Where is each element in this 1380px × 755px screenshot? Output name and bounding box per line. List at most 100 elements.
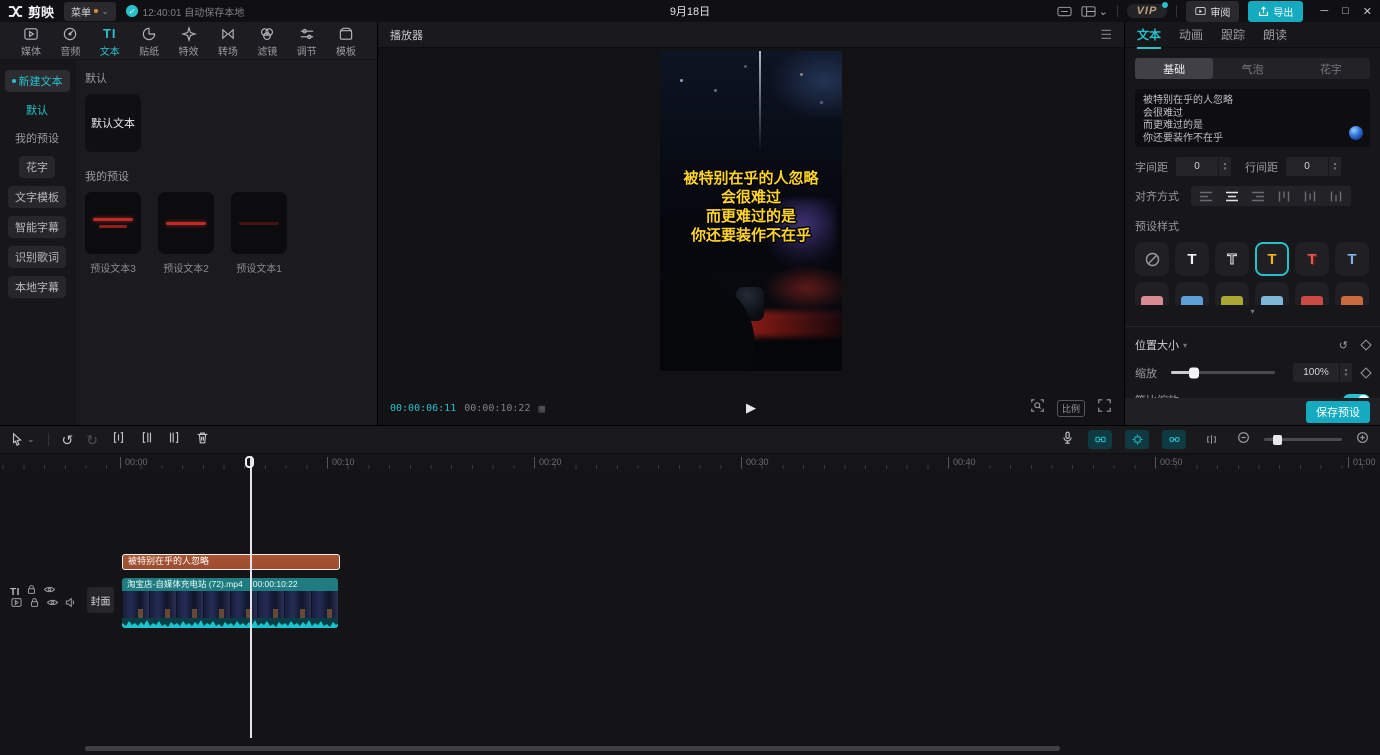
- text-clip[interactable]: 被特别在乎的人忽略: [122, 554, 340, 570]
- align-left-button[interactable]: [1194, 188, 1218, 204]
- record-voiceover-button[interactable]: [1060, 430, 1075, 450]
- ratio-button[interactable]: 比例: [1057, 400, 1085, 417]
- video-clip[interactable]: 淘宝店-自媒体充电站 (72).mp4 00:00:10:22: [122, 578, 338, 628]
- frame-grid-icon[interactable]: ▦: [538, 402, 545, 415]
- tab-text[interactable]: TI 文本: [91, 24, 129, 59]
- sidebar-item-local-subtitles[interactable]: 本地字幕: [8, 276, 66, 298]
- style-bubble-blue[interactable]: [1175, 282, 1209, 305]
- sidebar-item-my-presets[interactable]: 我的预设: [9, 128, 65, 148]
- align-vertical-bottom-button[interactable]: [1324, 188, 1348, 204]
- style-yellow-selected[interactable]: T: [1255, 242, 1289, 276]
- lock-track-button[interactable]: [28, 596, 41, 614]
- collapse-icon[interactable]: ▾: [1183, 341, 1187, 350]
- playhead-line[interactable]: [250, 456, 252, 738]
- scale-value-stepper[interactable]: 100% ▴▾: [1293, 363, 1352, 382]
- maximize-button[interactable]: □: [1342, 5, 1349, 17]
- inspector-tab-voiceover[interactable]: 朗读: [1263, 22, 1287, 47]
- tab-effects[interactable]: 特效: [170, 24, 208, 59]
- align-center-button[interactable]: [1220, 188, 1244, 204]
- align-right-button[interactable]: [1246, 188, 1270, 204]
- style-bubble-orange[interactable]: [1335, 282, 1369, 305]
- style-bubble-lightblue[interactable]: [1255, 282, 1289, 305]
- sidebar-item-new-text[interactable]: 新建文本: [5, 70, 70, 92]
- keyframe-icon[interactable]: [1360, 339, 1371, 350]
- zoom-in-button[interactable]: [1355, 430, 1370, 450]
- scale-slider[interactable]: [1171, 371, 1275, 374]
- sidebar-item-default[interactable]: 默认: [20, 100, 54, 120]
- expand-styles-button[interactable]: ▾: [1135, 307, 1370, 316]
- player-menu-icon[interactable]: ☰: [1100, 27, 1112, 43]
- tab-filter[interactable]: 滤镜: [248, 24, 286, 59]
- reset-button[interactable]: ↺: [1339, 339, 1348, 352]
- style-red-shadow[interactable]: T: [1295, 242, 1329, 276]
- stepper-arrows[interactable]: ▴▾: [1339, 363, 1352, 382]
- tab-media[interactable]: 媒体: [12, 24, 50, 59]
- sidebar-item-text-template[interactable]: 文字模板: [8, 186, 66, 208]
- focus-button[interactable]: [1030, 398, 1045, 418]
- style-white[interactable]: T: [1175, 242, 1209, 276]
- close-button[interactable]: ✕: [1363, 5, 1372, 18]
- tab-transition[interactable]: 转场: [209, 24, 247, 59]
- preset-card-2[interactable]: 预设文本2: [158, 192, 214, 275]
- subtab-basic[interactable]: 基础: [1135, 58, 1213, 79]
- align-vertical-top-button[interactable]: [1272, 188, 1296, 204]
- playhead-handle[interactable]: [245, 456, 254, 468]
- style-bubble-red[interactable]: [1295, 282, 1329, 305]
- hide-track-button[interactable]: [46, 596, 59, 614]
- timeline-ruler[interactable]: 00:00 00:10 00:20 00:30 00:40 00:50 01:0…: [0, 454, 1380, 470]
- tab-audio[interactable]: 音频: [51, 24, 89, 59]
- text-content-input[interactable]: 被特别在乎的人忽略 会很难过 而更难过的是 你还要装作不在乎: [1135, 89, 1370, 147]
- subtab-bubble[interactable]: 气泡: [1213, 58, 1291, 79]
- minimize-button[interactable]: ─: [1320, 5, 1328, 17]
- align-vertical-center-button[interactable]: [1298, 188, 1322, 204]
- sidebar-item-lyrics-recognition[interactable]: 识别歌词: [8, 246, 66, 268]
- linkage-button[interactable]: [1162, 430, 1186, 449]
- timeline-zoom-slider[interactable]: [1264, 438, 1342, 441]
- ai-sphere-icon[interactable]: [1349, 126, 1363, 140]
- undo-button[interactable]: ↺: [62, 433, 74, 447]
- style-outline[interactable]: T: [1215, 242, 1249, 276]
- auto-snap-button[interactable]: [1125, 430, 1149, 449]
- style-bubble-pink[interactable]: [1135, 282, 1169, 305]
- trim-right-button[interactable]: [167, 430, 182, 450]
- save-preset-button[interactable]: 保存预设: [1306, 401, 1370, 423]
- review-button[interactable]: 审阅: [1186, 1, 1239, 22]
- stepper-arrows[interactable]: ▴▾: [1218, 157, 1231, 176]
- mute-track-button[interactable]: [64, 596, 77, 614]
- video-preview[interactable]: 被特别在乎的人忽略 会很难过 而更难过的是 你还要装作不在乎: [660, 51, 842, 371]
- zoom-out-button[interactable]: [1236, 430, 1251, 450]
- delete-button[interactable]: [195, 430, 210, 450]
- shortcut-key-button[interactable]: [1057, 5, 1072, 18]
- vip-badge[interactable]: VIP: [1127, 4, 1168, 18]
- play-button[interactable]: ▶: [746, 400, 756, 416]
- layout-switch-button[interactable]: ⌄: [1081, 5, 1107, 18]
- tab-template[interactable]: 模板: [327, 24, 365, 59]
- style-blue[interactable]: T: [1335, 242, 1369, 276]
- letter-spacing-stepper[interactable]: 0 ▴▾: [1176, 157, 1231, 176]
- style-bubble-olive[interactable]: [1215, 282, 1249, 305]
- line-spacing-stepper[interactable]: 0 ▴▾: [1286, 157, 1341, 176]
- export-button[interactable]: 导出: [1248, 1, 1303, 22]
- scrollbar-thumb[interactable]: [85, 746, 1060, 751]
- menu-button[interactable]: 菜单 ⌄: [64, 2, 116, 21]
- preset-card-3[interactable]: 预设文本3: [85, 192, 141, 275]
- cover-button[interactable]: 封面: [87, 587, 114, 613]
- default-text-card[interactable]: 默认文本: [85, 94, 141, 152]
- fullscreen-button[interactable]: [1097, 398, 1112, 418]
- preview-axis-button[interactable]: [1199, 430, 1223, 449]
- tab-adjust[interactable]: 调节: [288, 24, 326, 59]
- sidebar-item-smart-captions[interactable]: 智能字幕: [8, 216, 66, 238]
- stepper-arrows[interactable]: ▴▾: [1328, 157, 1341, 176]
- style-none[interactable]: [1135, 242, 1169, 276]
- subtab-fancy[interactable]: 花字: [1292, 58, 1370, 79]
- trim-left-button[interactable]: [139, 430, 154, 450]
- inspector-tab-animation[interactable]: 动画: [1179, 22, 1203, 47]
- split-button[interactable]: [111, 430, 126, 450]
- preset-card-1[interactable]: 预设文本1: [231, 192, 287, 275]
- keyframe-icon[interactable]: [1360, 367, 1371, 378]
- main-track-magnet-button[interactable]: [1088, 430, 1112, 449]
- tab-sticker[interactable]: 贴纸: [130, 24, 168, 59]
- sidebar-item-fancy-text[interactable]: 花字: [19, 156, 55, 178]
- redo-button[interactable]: ↻: [86, 433, 98, 447]
- inspector-tab-text[interactable]: 文本: [1137, 22, 1161, 47]
